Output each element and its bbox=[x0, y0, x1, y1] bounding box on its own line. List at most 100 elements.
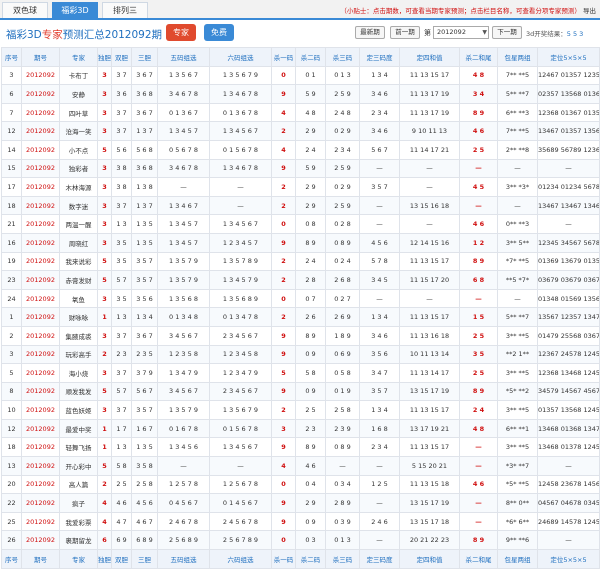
column-footer[interactable]: 杀二码 bbox=[295, 549, 326, 569]
cell-issue[interactable]: 2012092 bbox=[21, 121, 60, 141]
cell-issue[interactable]: 2012092 bbox=[21, 363, 60, 383]
cell-expert[interactable]: 小不点 bbox=[59, 139, 98, 160]
column-footer[interactable]: 三胆 bbox=[131, 549, 158, 569]
cell-issue[interactable]: 2012092 bbox=[21, 232, 60, 253]
cell-d3: 2 3 5 bbox=[131, 344, 158, 365]
column-footer[interactable]: 五码组选 bbox=[157, 549, 210, 569]
cell-expert[interactable]: 轻舞飞扬 bbox=[59, 437, 98, 458]
cell-issue[interactable]: 2012092 bbox=[21, 381, 60, 402]
cell-issue[interactable]: 2012092 bbox=[21, 307, 60, 327]
tab-ssq[interactable]: 双色球 bbox=[2, 2, 48, 18]
column-footer[interactable]: 杀一码 bbox=[271, 549, 296, 569]
cell-issue[interactable]: 2012092 bbox=[21, 251, 60, 272]
cell-expert[interactable]: 安静 bbox=[59, 84, 98, 104]
column-header[interactable]: 杀三码 bbox=[325, 47, 360, 67]
column-header[interactable]: 包星两组 bbox=[497, 47, 538, 67]
column-header[interactable]: 期号 bbox=[21, 47, 60, 67]
cell-expert[interactable]: 我爱彩票 bbox=[59, 511, 98, 532]
cell-issue[interactable]: 2012092 bbox=[21, 288, 60, 309]
column-header[interactable]: 定位5×5×5 bbox=[537, 47, 600, 67]
cell-issue[interactable]: 2012092 bbox=[21, 456, 60, 476]
column-header[interactable]: 三胆 bbox=[131, 47, 158, 67]
column-header[interactable]: 五码组选 bbox=[157, 47, 210, 67]
cell-expert[interactable]: 海小烧 bbox=[59, 363, 98, 383]
expert-button[interactable]: 专家 bbox=[166, 24, 196, 41]
cell-issue[interactable]: 2012092 bbox=[21, 84, 60, 104]
cell-issue[interactable]: 2012092 bbox=[21, 65, 60, 86]
cell-issue[interactable]: 2012092 bbox=[21, 270, 60, 290]
cell-issue[interactable]: 2012092 bbox=[21, 418, 60, 439]
cell-expert[interactable]: 木林海源 bbox=[59, 177, 98, 197]
cell-g5: 1 3 4 6 7 bbox=[157, 195, 210, 216]
cell-expert[interactable]: 沧海一笑 bbox=[59, 121, 98, 141]
cell-expert[interactable]: 最爱中奖 bbox=[59, 418, 98, 439]
cell-g5: 1 3 5 7 9 bbox=[157, 400, 210, 420]
column-header[interactable]: 专家 bbox=[59, 47, 98, 67]
cell-expert[interactable]: 卡布丁 bbox=[59, 65, 98, 86]
cell-k1: 0 bbox=[271, 288, 296, 309]
column-footer[interactable]: 独胆 bbox=[97, 549, 112, 569]
cell-issue[interactable]: 2012092 bbox=[21, 102, 60, 123]
cell-issue[interactable]: 2012092 bbox=[21, 474, 60, 495]
column-footer[interactable]: 序号 bbox=[1, 549, 22, 569]
cell-expert[interactable]: 周晓红 bbox=[59, 232, 98, 253]
tab-fc3d[interactable]: 福彩3D bbox=[52, 2, 98, 18]
cell-expert[interactable]: 顺发我发 bbox=[59, 381, 98, 402]
issue-select[interactable]: 2012092 ▼ bbox=[433, 26, 489, 39]
cell-issue[interactable]: 2012092 bbox=[21, 139, 60, 160]
latest-issue-button[interactable]: 最新期 bbox=[355, 26, 385, 39]
cell-expert[interactable]: 财咏咏 bbox=[59, 307, 98, 327]
next-issue-button[interactable]: 下一期 bbox=[492, 26, 522, 39]
cell-expert[interactable]: 裹期留龙 bbox=[59, 530, 98, 551]
tab-pl3[interactable]: 排列三 bbox=[102, 2, 148, 18]
column-footer[interactable]: 专家 bbox=[59, 549, 98, 569]
cell-issue[interactable]: 2012092 bbox=[21, 493, 60, 513]
cell-issue[interactable]: 2012092 bbox=[21, 344, 60, 365]
cell-issue[interactable]: 2012092 bbox=[21, 530, 60, 551]
cell-issue[interactable]: 2012092 bbox=[21, 195, 60, 216]
cell-issue[interactable]: 2012092 bbox=[21, 437, 60, 458]
cell-d3: 5 6 8 bbox=[131, 139, 158, 160]
column-footer[interactable]: 包星两组 bbox=[497, 549, 538, 569]
cell-expert[interactable]: 独彩者 bbox=[59, 158, 98, 179]
column-header[interactable]: 定四和值 bbox=[399, 47, 460, 67]
column-footer[interactable]: 杀二和尾 bbox=[459, 549, 498, 569]
column-header[interactable]: 双胆 bbox=[111, 47, 132, 67]
column-footer[interactable]: 定位5×5×5 bbox=[537, 549, 600, 569]
cell-expert[interactable]: 集腋成裘 bbox=[59, 325, 98, 346]
cell-expert[interactable]: 玩彩高手 bbox=[59, 344, 98, 365]
cell-issue[interactable]: 2012092 bbox=[21, 400, 60, 420]
prev-issue-button[interactable]: 前一期 bbox=[390, 26, 420, 39]
column-header[interactable]: 杀二码 bbox=[295, 47, 326, 67]
column-footer[interactable]: 双胆 bbox=[111, 549, 132, 569]
column-header[interactable]: 杀一码 bbox=[271, 47, 296, 67]
cell-expert[interactable]: 蓝色妖姬 bbox=[59, 400, 98, 420]
column-footer[interactable]: 定三码度 bbox=[359, 549, 400, 569]
export-link[interactable]: 导出 bbox=[583, 7, 596, 15]
cell-expert[interactable]: 四叶草 bbox=[59, 102, 98, 123]
cell-issue[interactable]: 2012092 bbox=[21, 325, 60, 346]
cell-expert[interactable]: 我来说彩 bbox=[59, 251, 98, 272]
column-header[interactable]: 序号 bbox=[1, 47, 22, 67]
column-header[interactable]: 六码组选 bbox=[209, 47, 272, 67]
cell-expert[interactable]: 数字迷 bbox=[59, 195, 98, 216]
column-header[interactable]: 独胆 bbox=[97, 47, 112, 67]
column-footer[interactable]: 杀三码 bbox=[325, 549, 360, 569]
column-footer[interactable]: 六码组选 bbox=[209, 549, 272, 569]
column-header[interactable]: 定三码度 bbox=[359, 47, 400, 67]
cell-issue[interactable]: 2012092 bbox=[21, 214, 60, 234]
cell-expert[interactable]: 氧鱼 bbox=[59, 288, 98, 309]
cell-issue[interactable]: 2012092 bbox=[21, 511, 60, 532]
cell-expert[interactable]: 两温一醒 bbox=[59, 214, 98, 234]
column-header[interactable]: 杀二和尾 bbox=[459, 47, 498, 67]
column-footer[interactable]: 定四和值 bbox=[399, 549, 460, 569]
cell-issue[interactable]: 2012092 bbox=[21, 158, 60, 179]
cell-expert[interactable]: 高人篇 bbox=[59, 474, 98, 495]
cell-g5: 1 3 5 6 8 bbox=[157, 288, 210, 309]
free-button[interactable]: 免费 bbox=[204, 24, 234, 41]
cell-expert[interactable]: 疯子 bbox=[59, 493, 98, 513]
cell-issue[interactable]: 2012092 bbox=[21, 177, 60, 197]
column-footer[interactable]: 期号 bbox=[21, 549, 60, 569]
cell-expert[interactable]: 赤膏发财 bbox=[59, 270, 98, 290]
cell-expert[interactable]: 开心彩中 bbox=[59, 456, 98, 476]
